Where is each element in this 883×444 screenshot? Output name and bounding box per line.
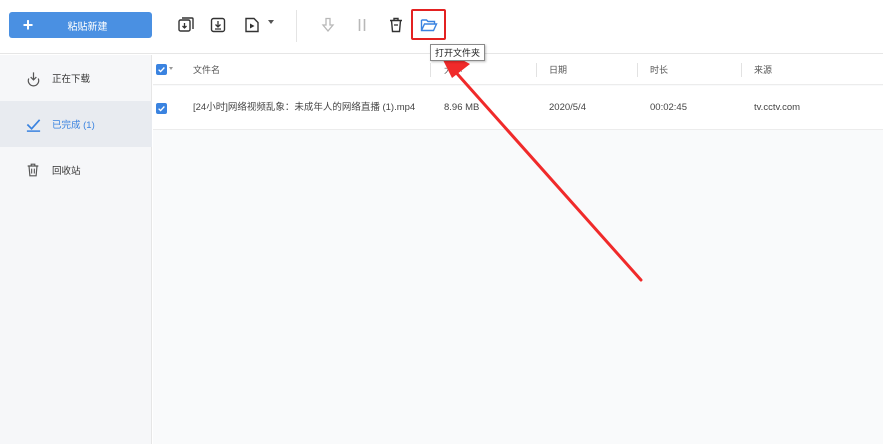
column-divider[interactable] <box>637 63 638 77</box>
table-header: 文件名 大小 日期 时长 来源 <box>153 55 883 85</box>
import-icon[interactable] <box>208 15 228 35</box>
sidebar: 正在下载 已完成 (1) 回收站 <box>0 55 152 444</box>
chevron-down-icon[interactable] <box>169 67 173 70</box>
tooltip-open-folder: 打开文件夹 <box>430 44 486 61</box>
column-divider[interactable] <box>536 63 537 77</box>
folder-button-highlight <box>411 9 446 40</box>
sidebar-item-downloading[interactable]: 正在下载 <box>0 55 152 101</box>
file-table: 文件名 大小 日期 时长 来源 [24小时]网络视频乱象：未成年人的网络直播 (… <box>153 55 883 444</box>
cell-filename: [24小时]网络视频乱象：未成年人的网络直播 (1).mp4 <box>193 102 416 113</box>
sidebar-item-label: 回收站 <box>52 166 81 177</box>
cell-date: 2020/5/4 <box>549 102 586 113</box>
pause-icon[interactable] <box>352 15 372 35</box>
new-task-icon[interactable] <box>176 15 196 35</box>
column-header-date[interactable]: 日期 <box>549 55 567 85</box>
toolbar-divider <box>296 10 297 42</box>
cell-source: tv.cctv.com <box>754 102 801 113</box>
chevron-down-icon[interactable] <box>268 20 274 24</box>
download-icon[interactable] <box>318 15 338 35</box>
paste-new-button[interactable]: + 粘贴新建 <box>9 12 152 38</box>
video-dropdown-icon[interactable] <box>242 15 262 35</box>
sidebar-item-label: 已完成 (1) <box>52 120 95 131</box>
column-header-source[interactable]: 来源 <box>754 55 772 85</box>
check-icon <box>24 115 42 133</box>
plus-icon: + <box>22 14 34 35</box>
cell-duration: 00:02:45 <box>650 102 687 113</box>
column-divider[interactable] <box>430 63 431 77</box>
delete-icon[interactable] <box>386 15 406 35</box>
sidebar-item-recycle-bin[interactable]: 回收站 <box>0 147 152 193</box>
trash-icon <box>24 161 42 179</box>
select-all-checkbox[interactable] <box>156 64 167 75</box>
column-divider[interactable] <box>741 63 742 77</box>
cell-size: 8.96 MB <box>444 102 480 113</box>
table-row[interactable]: [24小时]网络视频乱象：未成年人的网络直播 (1).mp4 8.96 MB 2… <box>153 86 883 130</box>
column-header-duration[interactable]: 时长 <box>650 55 668 85</box>
row-checkbox[interactable] <box>156 103 167 114</box>
sidebar-item-label: 正在下载 <box>52 74 91 85</box>
column-header-filename[interactable]: 文件名 <box>193 55 220 85</box>
paste-new-label: 粘贴新建 <box>67 21 108 33</box>
sidebar-item-completed[interactable]: 已完成 (1) <box>0 101 152 147</box>
download-icon <box>24 69 42 87</box>
